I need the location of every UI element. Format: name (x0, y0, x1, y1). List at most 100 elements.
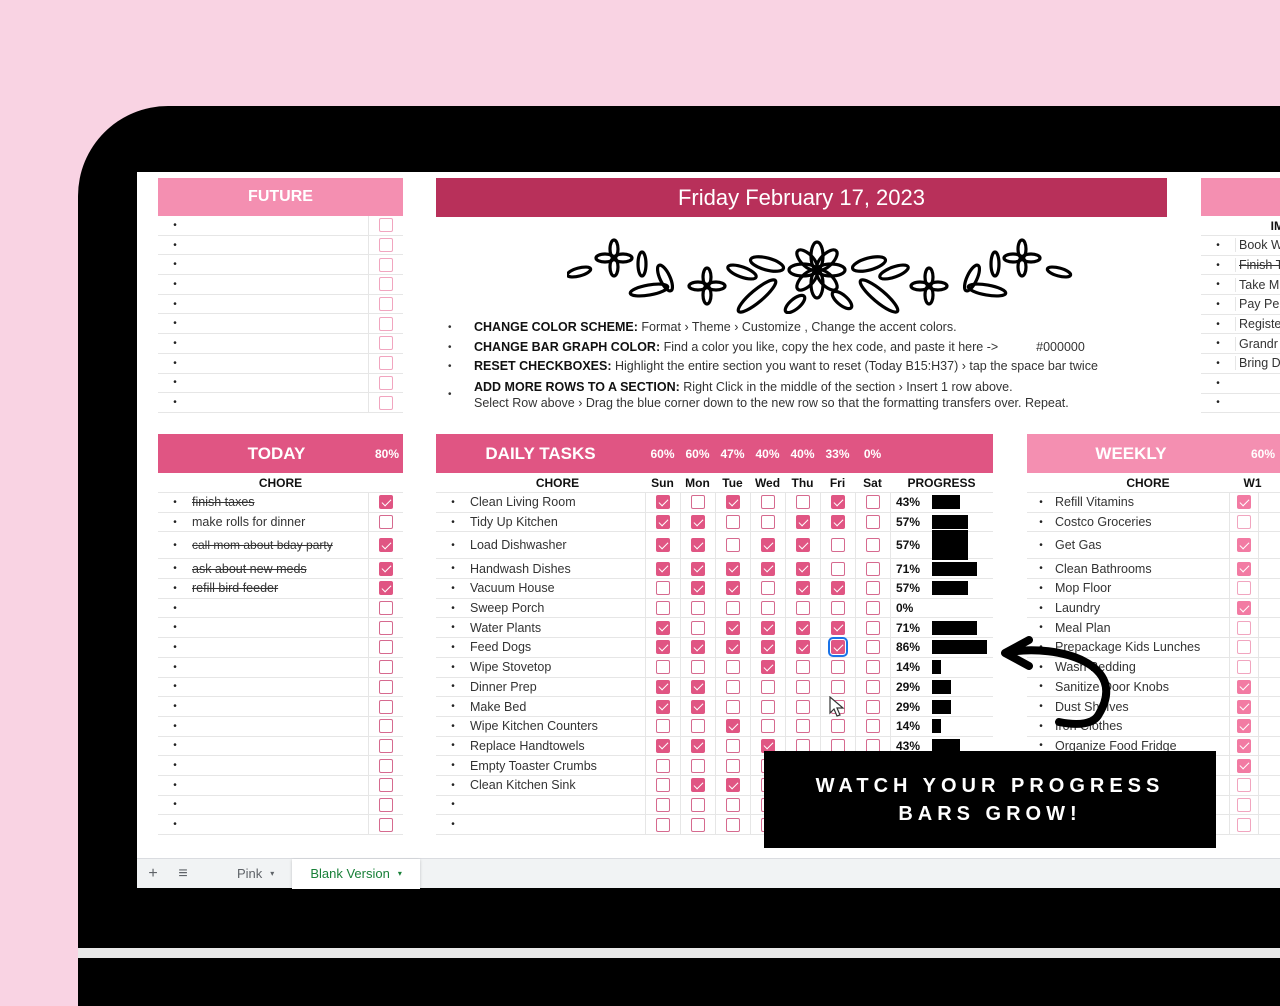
daily-task-name[interactable]: Vacuum House (470, 581, 645, 595)
dropdown-caret-icon[interactable]: ▾ (270, 869, 274, 878)
daily-checkbox-fri[interactable] (831, 581, 845, 596)
weekly-w1-checkbox[interactable] (1237, 679, 1251, 694)
today-checkbox[interactable] (379, 581, 393, 596)
daily-checkbox-sat[interactable] (866, 495, 880, 510)
daily-checkbox-wed[interactable] (761, 699, 775, 714)
daily-checkbox-tue[interactable] (726, 758, 740, 773)
daily-checkbox-sun[interactable] (656, 699, 670, 714)
daily-checkbox-mon[interactable] (691, 660, 705, 675)
weekly-w1-checkbox[interactable] (1237, 561, 1251, 576)
important-item-text[interactable]: Finish T (1235, 258, 1280, 273)
future-checkbox[interactable] (379, 356, 393, 371)
important-item-text[interactable]: Take M (1235, 277, 1280, 292)
important-item-text[interactable]: Grandr (1235, 336, 1280, 351)
daily-task-name[interactable]: Sweep Porch (470, 601, 645, 615)
daily-checkbox-tue[interactable] (726, 581, 740, 596)
daily-checkbox-wed[interactable] (761, 640, 775, 655)
today-checkbox[interactable] (379, 679, 393, 694)
future-checkbox[interactable] (379, 336, 393, 351)
today-checkbox[interactable] (379, 719, 393, 734)
daily-checkbox-wed[interactable] (761, 679, 775, 694)
daily-task-name[interactable]: Replace Handtowels (470, 739, 645, 753)
daily-task-name[interactable]: Wipe Kitchen Counters (470, 719, 645, 733)
daily-checkbox-tue[interactable] (726, 719, 740, 734)
daily-checkbox-mon[interactable] (691, 738, 705, 753)
weekly-w1-checkbox[interactable] (1237, 817, 1251, 832)
daily-checkbox-fri[interactable] (828, 637, 848, 658)
weekly-w1-checkbox[interactable] (1237, 581, 1251, 596)
daily-checkbox-wed[interactable] (761, 620, 775, 635)
today-checkbox[interactable] (379, 640, 393, 655)
daily-checkbox-sun[interactable] (656, 660, 670, 675)
weekly-item-text[interactable]: Laundry (1055, 601, 1229, 615)
weekly-w1-checkbox[interactable] (1237, 778, 1251, 793)
daily-checkbox-sun[interactable] (656, 640, 670, 655)
future-checkbox[interactable] (379, 277, 393, 292)
weekly-w1-checkbox[interactable] (1237, 699, 1251, 714)
future-checkbox[interactable] (379, 375, 393, 390)
bar-color-value[interactable]: #000000 (1036, 340, 1085, 354)
daily-checkbox-mon[interactable] (691, 640, 705, 655)
daily-checkbox-thu[interactable] (796, 719, 810, 734)
daily-checkbox-tue[interactable] (726, 561, 740, 576)
daily-checkbox-fri[interactable] (831, 620, 845, 635)
daily-checkbox-thu[interactable] (796, 538, 810, 553)
today-item-text[interactable]: finish taxes (192, 495, 368, 509)
daily-checkbox-wed[interactable] (761, 581, 775, 596)
today-item-text[interactable]: make rolls for dinner (192, 515, 368, 529)
daily-task-name[interactable]: Dinner Prep (470, 680, 645, 694)
important-item-text[interactable]: Bring D (1235, 356, 1280, 371)
daily-checkbox-sun[interactable] (656, 620, 670, 635)
daily-checkbox-fri[interactable] (831, 719, 845, 734)
daily-checkbox-thu[interactable] (796, 679, 810, 694)
daily-checkbox-mon[interactable] (691, 758, 705, 773)
today-checkbox[interactable] (379, 758, 393, 773)
daily-checkbox-mon[interactable] (691, 817, 705, 832)
today-item-text[interactable]: ask about new meds (192, 562, 368, 576)
important-item-text[interactable]: Registe (1235, 317, 1280, 332)
daily-checkbox-thu[interactable] (796, 699, 810, 714)
today-checkbox[interactable] (379, 601, 393, 616)
daily-task-name[interactable]: Empty Toaster Crumbs (470, 759, 645, 773)
daily-checkbox-mon[interactable] (691, 699, 705, 714)
daily-checkbox-sun[interactable] (656, 817, 670, 832)
daily-checkbox-mon[interactable] (691, 538, 705, 553)
daily-checkbox-sun[interactable] (656, 538, 670, 553)
today-item-text[interactable]: call mom about bday party (192, 539, 368, 552)
sheet-tab-blank-version[interactable]: Blank Version ▾ (292, 858, 420, 889)
daily-checkbox-thu[interactable] (796, 581, 810, 596)
weekly-w1-checkbox[interactable] (1237, 719, 1251, 734)
future-checkbox[interactable] (379, 257, 393, 272)
daily-checkbox-sat[interactable] (866, 640, 880, 655)
daily-checkbox-mon[interactable] (691, 719, 705, 734)
weekly-w1-checkbox[interactable] (1237, 495, 1251, 510)
daily-checkbox-tue[interactable] (726, 620, 740, 635)
daily-checkbox-mon[interactable] (691, 679, 705, 694)
future-checkbox[interactable] (379, 316, 393, 331)
daily-checkbox-sat[interactable] (866, 699, 880, 714)
daily-checkbox-tue[interactable] (726, 515, 740, 530)
weekly-item-text[interactable]: Get Gas (1055, 538, 1229, 552)
weekly-w1-checkbox[interactable] (1237, 660, 1251, 675)
future-checkbox[interactable] (379, 297, 393, 312)
daily-checkbox-tue[interactable] (726, 660, 740, 675)
daily-checkbox-sat[interactable] (866, 581, 880, 596)
daily-checkbox-tue[interactable] (726, 738, 740, 753)
daily-checkbox-wed[interactable] (761, 601, 775, 616)
weekly-w1-checkbox[interactable] (1237, 758, 1251, 773)
daily-checkbox-thu[interactable] (796, 620, 810, 635)
daily-task-name[interactable]: Load Dishwasher (470, 538, 645, 552)
today-checkbox[interactable] (379, 620, 393, 635)
daily-task-name[interactable]: Clean Living Room (470, 495, 645, 509)
weekly-w1-checkbox[interactable] (1237, 640, 1251, 655)
weekly-item-text[interactable]: Meal Plan (1055, 621, 1229, 635)
daily-checkbox-tue[interactable] (726, 495, 740, 510)
daily-checkbox-fri[interactable] (831, 515, 845, 530)
daily-checkbox-mon[interactable] (691, 495, 705, 510)
daily-checkbox-tue[interactable] (726, 538, 740, 553)
dropdown-caret-icon[interactable]: ▾ (398, 869, 402, 878)
daily-checkbox-sat[interactable] (866, 660, 880, 675)
daily-checkbox-wed[interactable] (761, 515, 775, 530)
weekly-item-text[interactable]: Clean Bathrooms (1055, 562, 1229, 576)
today-checkbox[interactable] (379, 495, 393, 510)
